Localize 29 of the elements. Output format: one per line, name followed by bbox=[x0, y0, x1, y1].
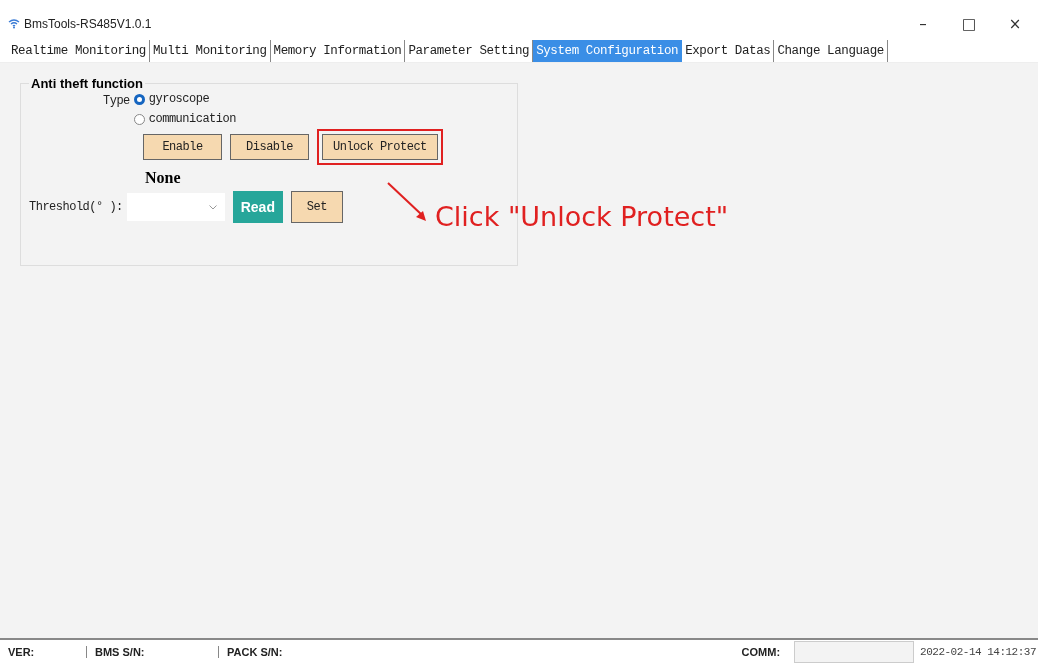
annotation-text: Click "Unlock Protect" bbox=[435, 201, 729, 232]
minimize-button[interactable]: – bbox=[900, 9, 946, 39]
action-button[interactable]: Unlock Protect bbox=[322, 134, 438, 160]
window-title: BmsTools-RS485V1.0.1 bbox=[24, 17, 152, 31]
group-title: Anti theft function bbox=[29, 76, 145, 91]
radio-icon[interactable] bbox=[133, 93, 145, 105]
action-button[interactable]: Disable bbox=[230, 134, 309, 160]
close-button[interactable]: × bbox=[992, 9, 1038, 39]
threshold-label: Threshold(° ): bbox=[29, 200, 123, 214]
radio-icon[interactable] bbox=[133, 113, 145, 125]
tab[interactable]: Memory Information bbox=[270, 40, 406, 62]
action-button[interactable]: Enable bbox=[143, 134, 222, 160]
maximize-button[interactable]: □ bbox=[946, 9, 992, 39]
type-label: Type bbox=[103, 94, 130, 110]
comm-label: COMM: bbox=[741, 646, 781, 658]
tab[interactable]: Change Language bbox=[774, 40, 888, 62]
caret-icon bbox=[208, 205, 217, 210]
version-label: VER: bbox=[8, 646, 36, 658]
timestamp: 2022-02-14 14:12:37 bbox=[920, 646, 1036, 658]
tab[interactable]: Export Datas bbox=[682, 40, 775, 62]
bms-serial-label: BMS S/N: bbox=[86, 646, 218, 658]
radio-option[interactable]: gyroscope bbox=[133, 92, 236, 106]
wifi-icon bbox=[8, 19, 20, 29]
radio-option[interactable]: communication bbox=[133, 112, 236, 126]
pack-serial-label: PACK S/N: bbox=[218, 646, 283, 658]
tab[interactable]: Realtime Monitoring bbox=[8, 40, 150, 62]
set-button[interactable]: Set bbox=[290, 191, 343, 223]
status-text: None bbox=[145, 169, 182, 187]
tab[interactable]: Multi Monitoring bbox=[149, 40, 271, 62]
